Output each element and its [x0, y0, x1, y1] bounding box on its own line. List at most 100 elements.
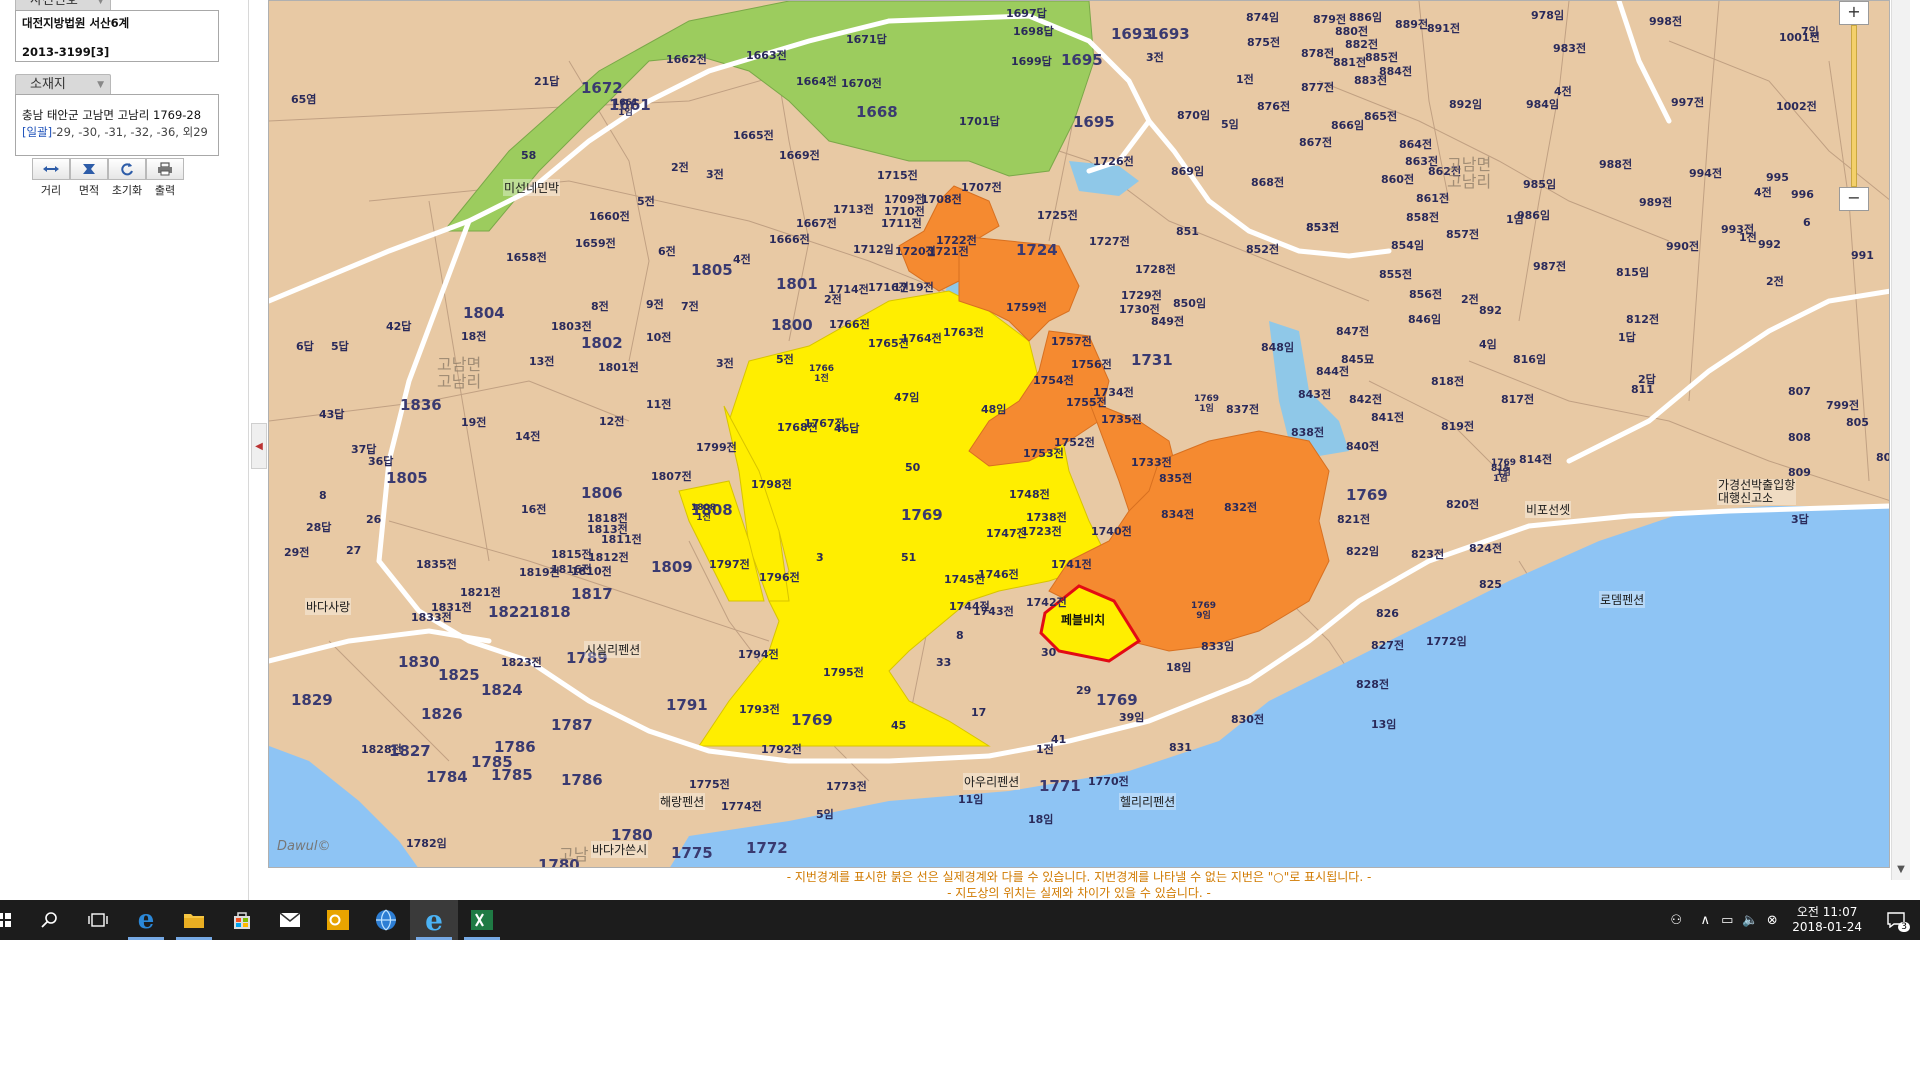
parcel-number-label[interactable]: 1766 1전 [809, 364, 834, 384]
parcel-number-label[interactable]: 1726전 [1093, 153, 1134, 169]
parcel-number-label[interactable]: 1773전 [826, 778, 867, 794]
parcel-number-label[interactable]: 19전 [461, 414, 486, 430]
parcel-number-label[interactable]: 832전 [1224, 499, 1257, 515]
parcel-number-label[interactable]: 29전 [284, 544, 309, 560]
parcel-number-label[interactable]: 989전 [1639, 194, 1672, 210]
parcel-number-label[interactable]: 875전 [1247, 34, 1280, 50]
map-scrollbar[interactable]: ▼ [1891, 0, 1910, 880]
parcel-number-label[interactable]: 1747전 [986, 525, 1027, 541]
zoom-in-button[interactable]: + [1839, 1, 1869, 25]
parcel-number-label[interactable]: 1725전 [1037, 207, 1078, 223]
parcel-number-label[interactable]: 5임 [1221, 116, 1239, 132]
parcel-number-label[interactable]: 1825 [438, 666, 480, 684]
parcel-number-label[interactable]: 5전 [776, 351, 794, 367]
parcel-number-label[interactable]: 1774전 [721, 798, 762, 814]
parcel-number-label[interactable]: 990전 [1666, 238, 1699, 254]
parcel-number-label[interactable]: 1전 [1236, 71, 1254, 87]
parcel-number-label[interactable]: 877전 [1301, 79, 1334, 95]
parcel-number-label[interactable]: 1769 [791, 711, 833, 729]
parcel-number-label[interactable]: 1663전 [746, 47, 787, 63]
parcel-number-label[interactable]: 1782임 [406, 835, 447, 851]
parcel-number-label[interactable]: 1669전 [779, 147, 820, 163]
taskbar-excel[interactable] [458, 900, 506, 940]
people-icon[interactable]: ⚇ [1658, 913, 1694, 928]
parcel-number-label[interactable]: 835전 [1159, 470, 1192, 486]
parcel-number-label[interactable]: 3전 [706, 166, 724, 182]
parcel-number-label[interactable]: 1791 [666, 696, 708, 714]
parcel-number-label[interactable]: 1801 [776, 275, 818, 293]
parcel-number-label[interactable]: 65염 [291, 91, 316, 107]
network-icon[interactable]: ▭ [1716, 913, 1738, 928]
parcel-number-label[interactable]: 1804 [463, 304, 505, 322]
parcel-number-label[interactable]: 42답 [386, 318, 411, 334]
parcel-number-label[interactable]: 860전 [1381, 171, 1414, 187]
parcel-number-label[interactable]: 891전 [1427, 20, 1460, 36]
parcel-number-label[interactable]: 1772 [746, 839, 788, 857]
parcel-number-label[interactable]: 988전 [1599, 156, 1632, 172]
tool-distance[interactable]: 거리 [32, 158, 70, 198]
parcel-number-label[interactable]: 1809 [651, 558, 693, 576]
parcel-number-label[interactable]: 1699답 [1011, 53, 1052, 69]
parcel-number-label[interactable]: 864전 [1399, 136, 1432, 152]
volume-muted-icon[interactable]: 🔈 [1738, 913, 1762, 928]
parcel-number-label[interactable]: 1811전 [601, 531, 642, 547]
parcel-number-label[interactable]: 855전 [1379, 266, 1412, 282]
parcel-number-label[interactable]: 1693 [1111, 25, 1153, 43]
parcel-number-label[interactable]: 837전 [1226, 401, 1259, 417]
parcel-number-label[interactable]: 854임 [1391, 237, 1424, 253]
parcel-number-label[interactable]: 998전 [1649, 13, 1682, 29]
parcel-number-label[interactable]: 892임 [1449, 96, 1482, 112]
taskbar-store[interactable] [218, 900, 266, 940]
parcel-number-label[interactable]: 1670전 [841, 75, 882, 91]
parcel-number-label[interactable]: 1667전 [796, 215, 837, 231]
parcel-number-label[interactable]: 51 [901, 551, 916, 564]
parcel-number-label[interactable]: 9전 [646, 296, 664, 312]
parcel-number-label[interactable]: 866임 [1331, 117, 1364, 133]
parcel-number-label[interactable]: 1805 [691, 261, 733, 279]
parcel-number-label[interactable]: 1769 [901, 506, 943, 524]
parcel-number-label[interactable]: 842전 [1349, 391, 1382, 407]
parcel-number-label[interactable]: 3답 [1791, 511, 1809, 527]
parcel-number-label[interactable]: 824전 [1469, 540, 1502, 556]
parcel-number-label[interactable]: 1664전 [796, 73, 837, 89]
tool-area[interactable]: 면적 [70, 158, 108, 198]
parcel-number-label[interactable]: 1807전 [651, 468, 692, 484]
parcel-number-label[interactable]: 1661 1임 [613, 98, 638, 118]
parcel-number-label[interactable]: 1735전 [1101, 411, 1142, 427]
parcel-number-label[interactable]: 1787 [551, 716, 593, 734]
parcel-number-label[interactable]: 1727전 [1089, 233, 1130, 249]
parcel-number-label[interactable]: 1769 1임 [1194, 394, 1219, 414]
parcel-number-label[interactable]: 1724 [1016, 241, 1058, 259]
parcel-number-label[interactable]: 1763전 [943, 324, 984, 340]
parcel-number-label[interactable]: 46답 [834, 420, 859, 436]
parcel-number-label[interactable]: 1771 [1039, 777, 1081, 795]
parcel-number-label[interactable]: 847전 [1336, 323, 1369, 339]
parcel-number-label[interactable]: 807 [1788, 385, 1811, 398]
parcel-number-label[interactable]: 2전 [1766, 273, 1784, 289]
parcel-number-label[interactable]: 43답 [319, 406, 344, 422]
place-label[interactable]: 헬리리펜션 [1119, 793, 1177, 810]
parcel-number-label[interactable]: 1712임 [853, 241, 894, 257]
parcel-number-label[interactable]: 2답 [1638, 371, 1656, 387]
parcel-number-label[interactable]: 878전 [1301, 45, 1334, 61]
area-icon[interactable] [70, 158, 108, 180]
parcel-number-label[interactable]: 841전 [1371, 409, 1404, 425]
parcel-number-label[interactable]: 4임 [1479, 336, 1497, 352]
parcel-number-label[interactable]: 823전 [1411, 546, 1444, 562]
parcel-number-label[interactable]: 5전 [637, 193, 655, 209]
bulk-link[interactable]: [일괄] [22, 125, 52, 139]
parcel-number-label[interactable]: 1713전 [833, 201, 874, 217]
parcel-number-label[interactable]: 1754전 [1033, 372, 1074, 388]
parcel-number-label[interactable]: 852전 [1246, 241, 1279, 257]
parcel-number-label[interactable]: 844전 [1316, 363, 1349, 379]
search-button[interactable] [26, 900, 74, 940]
parcel-number-label[interactable]: 5답 [331, 338, 349, 354]
parcel-number-label[interactable]: 8 [319, 489, 327, 502]
parcel-number-label[interactable]: 1671답 [846, 31, 887, 47]
parcel-number-label[interactable]: 17 [971, 706, 986, 719]
parcel-number-label[interactable]: 820전 [1446, 496, 1479, 512]
location-tab[interactable]: 소재지 ▼ [15, 74, 111, 94]
printer-icon[interactable] [146, 158, 184, 180]
parcel-number-label[interactable]: 28답 [306, 519, 331, 535]
parcel-number-label[interactable]: 1803전 [551, 318, 592, 334]
